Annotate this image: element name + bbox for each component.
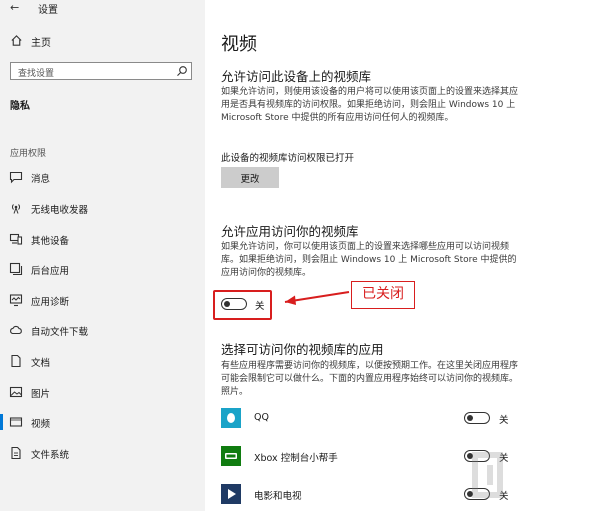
privacy-heading: 隐私 [10, 101, 30, 112]
sidebar-item-label: 无线电收发器 [31, 205, 89, 216]
app-access-toggle-state: 关 [255, 301, 265, 312]
settings-window: ← 设置 主页 查找设置 隐私 应用权限 消息 无线电收发器 其他设备 后台应用… [0, 0, 611, 511]
device-access-description: 如果允许访问，则使用该设备的用户将可以使用该页面上的设置来选择其应用是否具有视频… [221, 87, 519, 123]
app-access-title: 允许应用访问你的视频库 [221, 224, 359, 239]
app-toggle-state: 关 [499, 415, 509, 426]
apps-section-title: 选择可访问你的视频库的应用 [221, 342, 384, 357]
sidebar-item-label: 应用诊断 [31, 297, 70, 308]
sidebar-item-label: 消息 [31, 174, 51, 185]
sidebar-item-label: 视频 [31, 419, 51, 430]
toggle-knob [224, 300, 230, 307]
sidebar-item-file-system[interactable]: 文件系统 [0, 442, 205, 464]
sidebar-item-label: 文档 [31, 358, 51, 369]
sidebar-item-label: 自动文件下载 [31, 327, 89, 338]
sidebar-item-label: 文件系统 [31, 450, 70, 461]
app-permissions-heading: 应用权限 [10, 149, 47, 159]
home-icon [11, 35, 22, 46]
sidebar-item-messaging[interactable]: 消息 [0, 166, 205, 188]
apps-section-description: 有些应用程序需要访问你的视频库，以便按预期工作。在这里关闭应用程序可能会限制它可… [221, 361, 519, 397]
sidebar: ← 设置 主页 查找设置 隐私 应用权限 消息 无线电收发器 其他设备 后台应用… [0, 0, 205, 511]
main-content: 视频 允许访问此设备上的视频库 如果允许访问，则使用该设备的用户将可以使用该页面… [205, 0, 611, 511]
search-placeholder: 查找设置 [18, 69, 55, 79]
sidebar-item-label: 其他设备 [31, 236, 70, 247]
change-button[interactable]: 更改 [221, 167, 279, 188]
movies-tv-icon [221, 484, 241, 504]
sidebar-item-radios[interactable]: 无线电收发器 [0, 197, 205, 219]
page-title: 视频 [221, 34, 257, 55]
window-title: 设置 [38, 5, 58, 16]
app-access-description: 如果允许访问，你可以使用该页面上的设置来选择哪些应用可以访问视频库。如果拒绝访问… [221, 242, 517, 278]
back-arrow-icon[interactable]: ← [10, 1, 19, 14]
device-access-status: 此设备的视频库访问权限已打开 [221, 153, 355, 164]
sidebar-item-other-devices[interactable]: 其他设备 [0, 228, 205, 250]
file-system-icon [11, 446, 21, 460]
sidebar-item-auto-file-downloads[interactable]: 自动文件下载 [0, 319, 205, 341]
app-row-qq: QQ 关 [221, 408, 521, 438]
sidebar-home[interactable]: 主页 [0, 32, 205, 50]
sidebar-item-label: 图片 [31, 389, 51, 400]
devices-icon [9, 233, 23, 245]
sidebar-home-label: 主页 [31, 38, 51, 49]
app-name: Xbox 控制台小帮手 [254, 453, 338, 464]
message-icon [9, 171, 23, 184]
annotation-label: 已关闭 [351, 281, 415, 309]
device-access-title: 允许访问此设备上的视频库 [221, 69, 372, 84]
app-access-toggle[interactable] [221, 298, 247, 310]
sidebar-item-app-diagnostics[interactable]: 应用诊断 [0, 289, 205, 311]
toggle-knob [467, 414, 473, 421]
xbox-icon [221, 446, 241, 466]
diagnostics-icon [9, 294, 23, 307]
sidebar-item-documents[interactable]: 文档 [0, 350, 205, 372]
app-toggle-qq[interactable] [464, 412, 490, 424]
watermark-logo-icon [472, 452, 503, 498]
app-name: QQ [254, 412, 269, 423]
video-icon [9, 417, 23, 427]
picture-icon [9, 386, 23, 398]
qq-icon [221, 408, 241, 428]
background-apps-icon [9, 262, 23, 276]
sidebar-item-label: 后台应用 [31, 266, 70, 277]
radio-icon [11, 204, 21, 214]
search-input[interactable]: 查找设置 [10, 62, 192, 80]
app-name: 电影和电视 [254, 491, 302, 502]
sidebar-item-pictures[interactable]: 图片 [0, 381, 205, 403]
document-icon [11, 354, 21, 368]
sidebar-item-videos[interactable]: 视频 [0, 411, 205, 433]
sidebar-item-background-apps[interactable]: 后台应用 [0, 258, 205, 280]
search-icon [177, 66, 187, 76]
annotation-arrow-icon [284, 291, 350, 305]
cloud-download-icon [10, 325, 22, 335]
